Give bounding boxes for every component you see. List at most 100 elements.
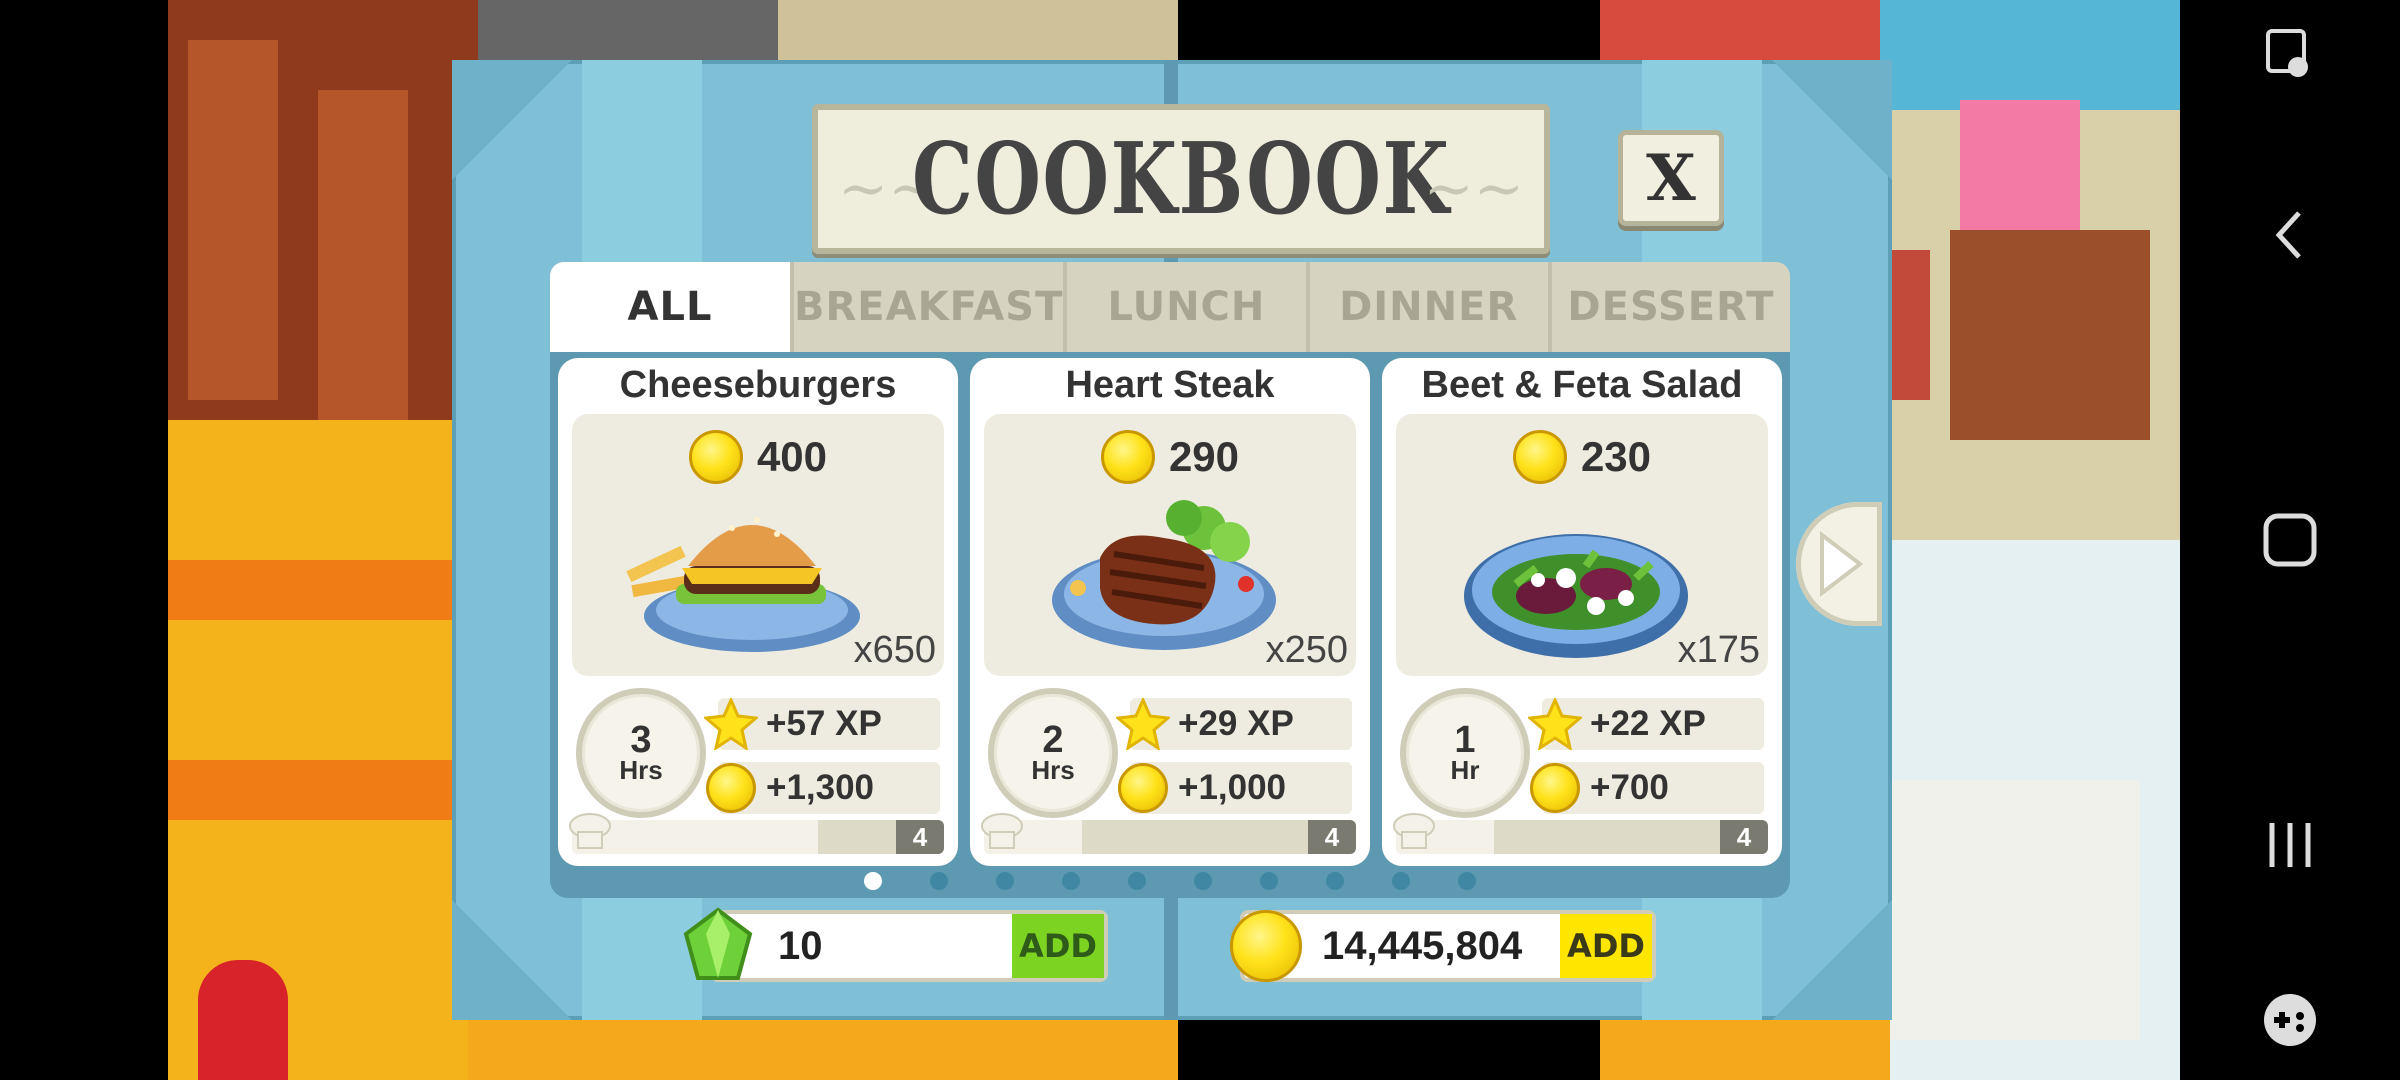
cook-timer-icon: 2 Hrs bbox=[988, 688, 1118, 818]
price-row: 230 bbox=[1396, 430, 1768, 484]
awning bbox=[1880, 0, 2180, 110]
coin-stack-icon bbox=[1230, 910, 1302, 982]
page-title: COOKBOOK bbox=[911, 121, 1451, 237]
tab-all[interactable]: ALL bbox=[550, 262, 794, 352]
page-dot[interactable] bbox=[1194, 872, 1212, 890]
recipe-yield: x650 bbox=[853, 629, 936, 671]
cook-time-unit: Hrs bbox=[1031, 755, 1075, 785]
cook-time-value: 2 bbox=[1042, 719, 1064, 761]
xp-reward-value: +29 XP bbox=[1178, 704, 1294, 743]
steak-icon bbox=[1052, 500, 1276, 650]
cook-timer-icon: 1 Hr bbox=[1400, 688, 1530, 818]
recipe-yield: x250 bbox=[1265, 629, 1348, 671]
game-controller-icon[interactable] bbox=[2230, 965, 2350, 1075]
xp-reward: +29 XP bbox=[1116, 698, 1352, 750]
add-coins-button[interactable]: ADD bbox=[1560, 914, 1652, 978]
recipe-card-beet-feta-salad[interactable]: Beet & Feta Salad 230 x175 1 Hr +22 XP +… bbox=[1382, 358, 1782, 866]
star-icon bbox=[702, 698, 760, 750]
chef-hat-icon bbox=[569, 813, 611, 849]
recipe-name: Cheeseburgers bbox=[619, 364, 897, 406]
page-dot[interactable] bbox=[1326, 872, 1344, 890]
coin-count: 14,445,804 bbox=[1322, 923, 1523, 968]
xp-reward: +22 XP bbox=[1528, 698, 1764, 750]
home-icon[interactable] bbox=[2230, 485, 2350, 595]
recipe-price: 290 bbox=[1168, 433, 1240, 480]
page-dot[interactable] bbox=[1458, 872, 1476, 890]
close-button[interactable]: X bbox=[1618, 130, 1724, 226]
gem-count: 10 bbox=[778, 923, 823, 968]
screen-capture-icon[interactable] bbox=[2230, 0, 2350, 110]
system-nav-bar bbox=[2180, 0, 2400, 1080]
page-dot[interactable] bbox=[864, 872, 882, 890]
add-gems-button[interactable]: ADD bbox=[1012, 914, 1104, 978]
coin-reward-value: +1,300 bbox=[766, 768, 875, 807]
chef-hat-icon bbox=[1393, 813, 1435, 849]
xp-reward-value: +57 XP bbox=[766, 704, 882, 743]
mastery-bar: 4 bbox=[984, 820, 1356, 854]
chef-hat-icon bbox=[981, 813, 1023, 849]
page-dot[interactable] bbox=[1128, 872, 1146, 890]
recipe-name: Heart Steak bbox=[1065, 364, 1275, 406]
xp-reward: +57 XP bbox=[704, 698, 940, 750]
recipe-card-heart-steak[interactable]: Heart Steak 290 x250 2 Hrs +29 XP +1,000… bbox=[970, 358, 1370, 866]
swirl-ornament-icon: ~~ bbox=[1423, 154, 1524, 224]
produce-crate bbox=[1950, 230, 2150, 440]
price-row: 290 bbox=[984, 430, 1356, 484]
cook-time-unit: Hrs bbox=[619, 755, 663, 785]
coin-icon bbox=[688, 430, 743, 484]
recipe-price: 400 bbox=[756, 433, 828, 480]
mastery-level: 4 bbox=[1720, 820, 1768, 854]
recipe-card-cheeseburgers[interactable]: Cheeseburgers 400 x650 3 Hrs +57 XP +1,3… bbox=[558, 358, 958, 866]
wooden-pillar bbox=[318, 90, 408, 450]
mastery-level: 4 bbox=[1308, 820, 1356, 854]
red-chair bbox=[198, 960, 288, 1080]
back-icon[interactable] bbox=[2230, 180, 2350, 290]
coin-balance: 14,445,804 ADD bbox=[1230, 910, 1656, 982]
category-tabs: ALL BREAKFAST LUNCH DINNER DESSERT bbox=[550, 262, 1790, 352]
page-dot[interactable] bbox=[996, 872, 1014, 890]
cook-time-unit: Hr bbox=[1450, 755, 1480, 785]
tab-dinner[interactable]: DINNER bbox=[1310, 262, 1552, 352]
recent-apps-icon[interactable] bbox=[2230, 790, 2350, 900]
title-plate: ~~ COOKBOOK ~~ bbox=[812, 104, 1550, 254]
mastery-bar: 4 bbox=[1396, 820, 1768, 854]
cheeseburger-icon bbox=[626, 517, 860, 652]
tab-lunch[interactable]: LUNCH bbox=[1067, 262, 1310, 352]
buffet-counter bbox=[1890, 780, 2140, 1040]
panel-corner bbox=[1772, 900, 1892, 1020]
recipe-info: 230 x175 bbox=[1396, 414, 1768, 676]
page-dot[interactable] bbox=[930, 872, 948, 890]
recipe-price: 230 bbox=[1580, 433, 1652, 480]
page-indicator bbox=[550, 872, 1790, 890]
tab-dessert[interactable]: DESSERT bbox=[1552, 262, 1790, 352]
price-row: 400 bbox=[572, 430, 944, 484]
page-dot[interactable] bbox=[1260, 872, 1278, 890]
recipe-yield: x175 bbox=[1677, 629, 1760, 671]
recipe-info: 290 x250 bbox=[984, 414, 1356, 676]
page-dot[interactable] bbox=[1392, 872, 1410, 890]
mastery-bar: 4 bbox=[572, 820, 944, 854]
floor-tables bbox=[468, 1020, 1178, 1080]
coin-icon bbox=[1526, 762, 1584, 814]
panel-corner bbox=[452, 900, 572, 1020]
table-cloth bbox=[168, 760, 478, 820]
coin-reward: +1,300 bbox=[706, 762, 940, 814]
arrow-right-icon bbox=[1820, 531, 1864, 597]
wooden-pillar bbox=[188, 40, 278, 400]
star-icon bbox=[1114, 698, 1172, 750]
page-dot[interactable] bbox=[1062, 872, 1080, 890]
coin-reward-value: +700 bbox=[1590, 768, 1669, 807]
stove bbox=[478, 0, 778, 60]
coin-icon bbox=[1114, 762, 1172, 814]
coin-reward-value: +1,000 bbox=[1178, 768, 1287, 807]
floor-tables bbox=[1600, 1020, 1890, 1080]
mastery-level: 4 bbox=[896, 820, 944, 854]
recipe-name: Beet & Feta Salad bbox=[1421, 364, 1743, 406]
cook-timer-icon: 3 Hrs bbox=[576, 688, 706, 818]
tab-breakfast[interactable]: BREAKFAST bbox=[794, 262, 1068, 352]
salad-icon bbox=[1464, 534, 1688, 658]
coin-reward: +1,000 bbox=[1118, 762, 1352, 814]
coin-reward: +700 bbox=[1530, 762, 1764, 814]
panel-corner bbox=[1772, 60, 1892, 180]
coin-icon bbox=[1100, 430, 1155, 484]
